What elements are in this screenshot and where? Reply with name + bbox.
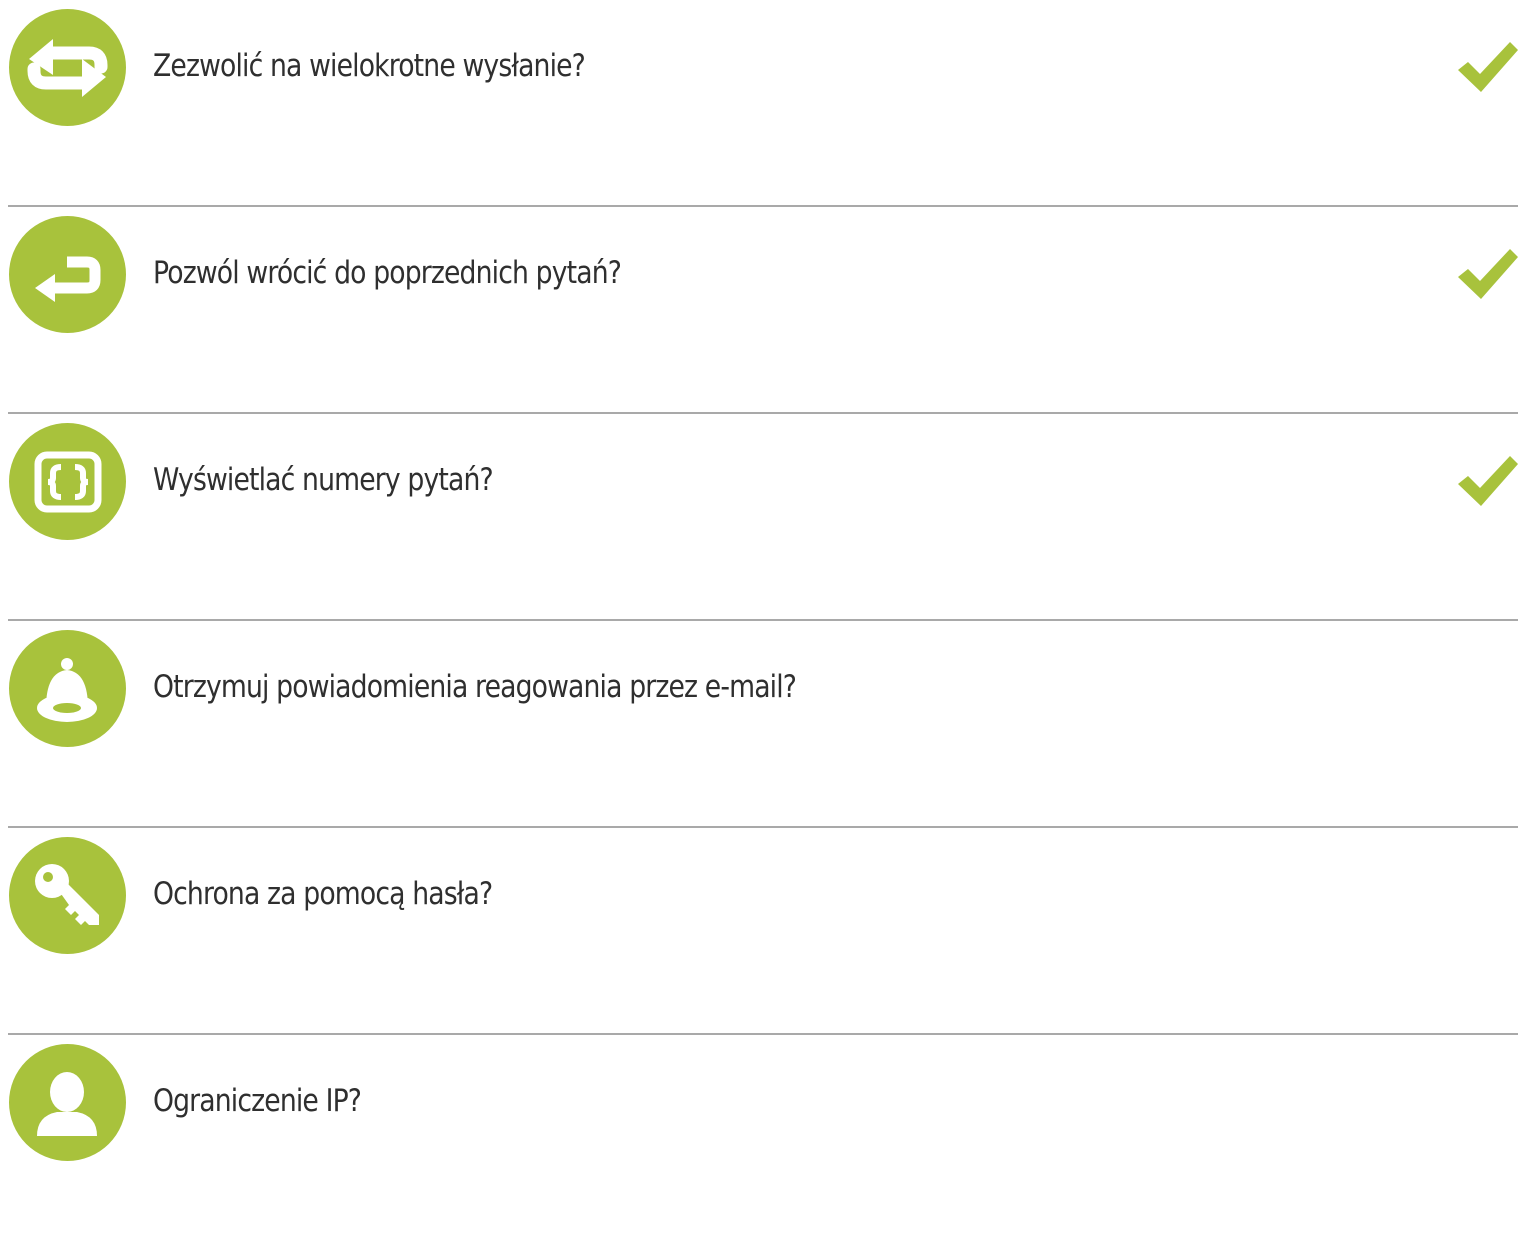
braces-icon xyxy=(9,423,126,540)
setting-label: Pozwól wrócić do poprzednich pytań? xyxy=(153,255,622,291)
setting-label: Zezwolić na wielokrotne wysłanie? xyxy=(153,48,586,84)
setting-row-password-protection[interactable]: Ochrona za pomocą hasła? xyxy=(8,828,1518,1035)
check-icon xyxy=(1458,456,1518,506)
return-arrow-icon xyxy=(9,216,126,333)
check-icon xyxy=(1458,42,1518,92)
setting-row-multiple-submissions[interactable]: Zezwolić na wielokrotne wysłanie? xyxy=(8,0,1518,207)
setting-label: Wyświetlać numery pytań? xyxy=(153,462,494,498)
setting-label: Otrzymuj powiadomienia reagowania przez … xyxy=(153,669,797,705)
setting-row-ip-restriction[interactable]: Ograniczenie IP? xyxy=(8,1035,1518,1242)
bell-icon xyxy=(9,630,126,747)
check-icon xyxy=(1458,249,1518,299)
repeat-icon xyxy=(9,9,126,126)
setting-label: Ochrona za pomocą hasła? xyxy=(153,876,493,912)
setting-row-question-numbers[interactable]: Wyświetlać numery pytań? xyxy=(8,414,1518,621)
setting-row-go-back[interactable]: Pozwól wrócić do poprzednich pytań? xyxy=(8,207,1518,414)
setting-label: Ograniczenie IP? xyxy=(153,1083,362,1119)
user-icon xyxy=(9,1044,126,1161)
key-icon xyxy=(9,837,126,954)
setting-row-email-notifications[interactable]: Otrzymuj powiadomienia reagowania przez … xyxy=(8,621,1518,828)
